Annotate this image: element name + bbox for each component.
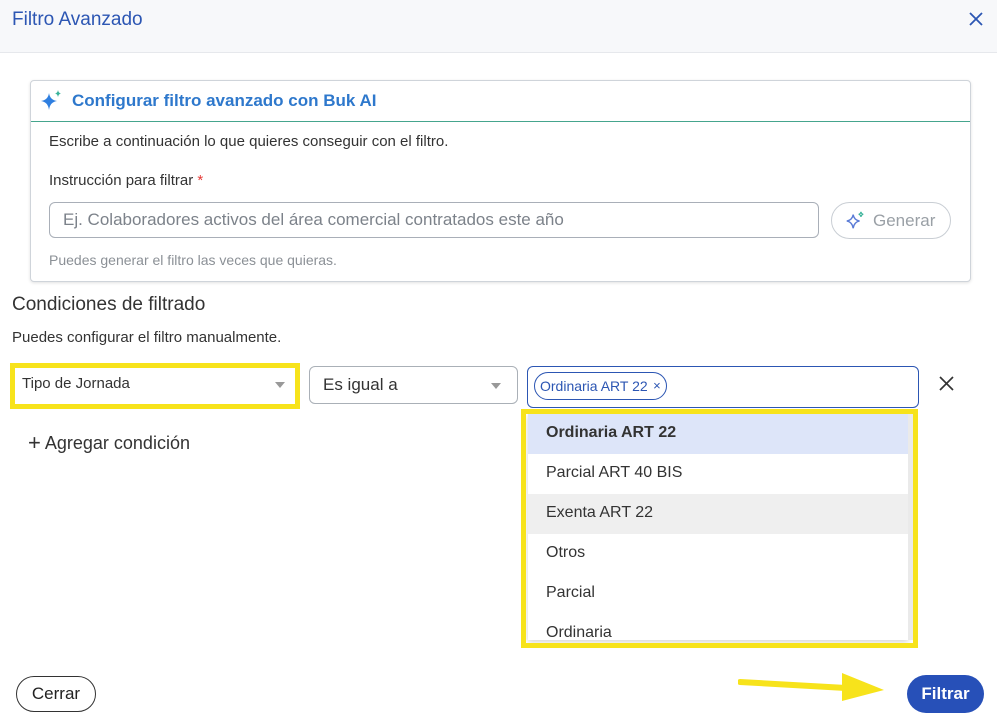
chevron-down-icon: [275, 382, 285, 388]
generate-label: Generar: [873, 211, 936, 230]
add-condition-label: Agregar condición: [44, 433, 190, 453]
plus-icon: +: [28, 430, 41, 455]
ai-description: Escribe a continuación lo que quieres co…: [49, 133, 449, 150]
operator-select[interactable]: Es igual a: [309, 366, 518, 404]
field-select[interactable]: Tipo de Jornada: [15, 368, 295, 404]
modal-title: Filtro Avanzado: [12, 9, 143, 30]
close-icon[interactable]: [967, 10, 985, 28]
sparkle-icon: [41, 90, 61, 110]
generate-button[interactable]: Generar: [831, 202, 951, 239]
close-button[interactable]: Cerrar: [16, 676, 96, 712]
ai-hint: Puedes generar el filtro las veces que q…: [49, 252, 337, 268]
add-condition-button[interactable]: + Agregar condición: [28, 429, 190, 455]
required-mark: *: [197, 172, 204, 189]
field-select-value: Tipo de Jornada: [22, 375, 130, 392]
conditions-title: Condiciones de filtrado: [12, 294, 206, 315]
operator-select-value: Es igual a: [323, 375, 398, 394]
remove-condition-icon[interactable]: [938, 375, 955, 392]
instruction-label-text: Instrucción para filtrar: [49, 172, 194, 189]
instruction-label: Instrucción para filtrar *: [49, 172, 203, 189]
chip-label: Ordinaria ART 22: [540, 378, 648, 394]
value-multiselect[interactable]: Ordinaria ART 22 ×: [527, 366, 919, 408]
instruction-input[interactable]: [49, 202, 819, 238]
modal-header: Filtro Avanzado: [0, 0, 997, 53]
ai-card-header: Configurar filtro avanzado con Buk AI: [31, 81, 970, 122]
chevron-down-icon: [491, 383, 501, 389]
chip-remove-icon[interactable]: ×: [653, 373, 661, 399]
ai-card-title: Configurar filtro avanzado con Buk AI: [72, 91, 377, 110]
selected-value-chip: Ordinaria ART 22 ×: [534, 372, 667, 400]
filter-submit-button[interactable]: Filtrar: [907, 675, 984, 713]
arrow-icon: [738, 673, 884, 701]
ai-filter-card: Configurar filtro avanzado con Buk AI Es…: [30, 80, 971, 282]
conditions-description: Puedes configurar el filtro manualmente.: [12, 329, 282, 346]
sparkle-outline-icon: [846, 211, 864, 229]
dropdown-highlight: [521, 409, 918, 648]
